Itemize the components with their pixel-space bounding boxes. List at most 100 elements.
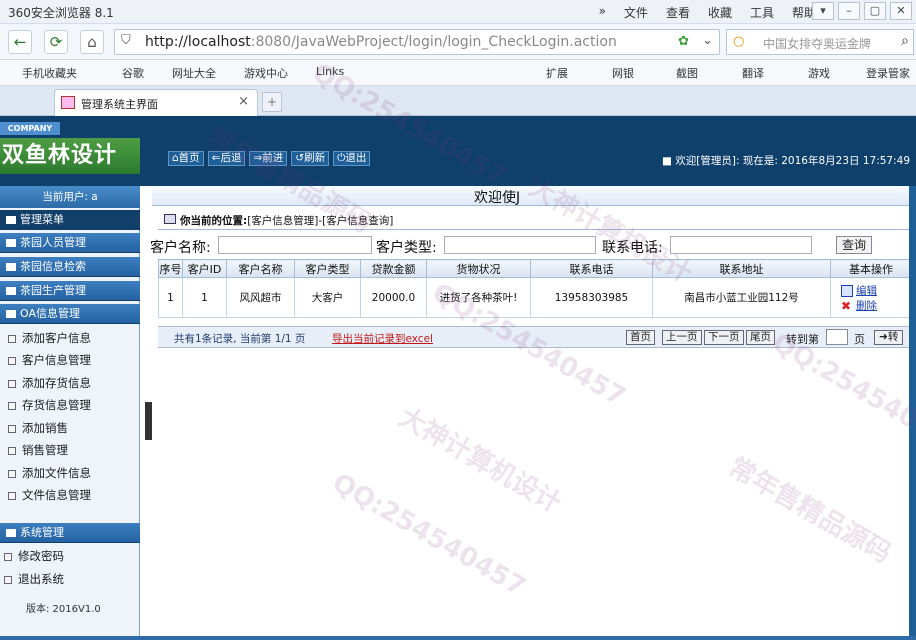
menu-favorites[interactable]: 收藏: [708, 4, 732, 21]
go-button[interactable]: ➜转: [874, 330, 904, 345]
cell-loan-amount: 20000.0: [360, 277, 427, 318]
col-address: 联系地址: [652, 259, 831, 278]
fav-screenshot[interactable]: 截图: [676, 65, 698, 81]
welcome-text: ■ 欢迎[管理员]: 现在是: 2016年8月23日 17:57:49: [662, 155, 910, 167]
folder-icon: [6, 287, 16, 295]
sidebar-section-system[interactable]: 系统管理: [0, 523, 140, 543]
sidebar-item-stock-manage[interactable]: 存货信息管理: [8, 397, 91, 413]
reload-icon[interactable]: ⟳: [44, 30, 68, 54]
page-number-input[interactable]: [826, 329, 848, 345]
menu-tools[interactable]: 工具: [750, 4, 774, 21]
browser-title-bar: 360安全浏览器 8.1 » 文件 查看 收藏 工具 帮助 ▾ – ▢ ✕: [0, 0, 916, 24]
fav-google[interactable]: 谷歌: [122, 65, 144, 81]
new-tab-button[interactable]: +: [262, 92, 282, 112]
sidebar-item-sale-manage[interactable]: 销售管理: [8, 442, 68, 458]
query-button[interactable]: 查询: [836, 236, 872, 254]
browser-menu-bar: » 文件 查看 收藏 工具 帮助: [599, 4, 816, 21]
next-page-button[interactable]: 下一页: [704, 330, 744, 345]
sidebar-collapse-handle[interactable]: [145, 402, 152, 440]
close-window-button[interactable]: ✕: [890, 2, 912, 20]
sidebar-item-file-manage[interactable]: 文件信息管理: [8, 487, 91, 503]
page-unit-label: 页: [854, 333, 865, 346]
dropdown-icon[interactable]: ⌄: [702, 33, 713, 48]
menu-overflow[interactable]: »: [599, 4, 606, 21]
sidebar-section-staff[interactable]: 茶园人员管理: [0, 233, 140, 253]
url-text: http://localhost:8080/JavaWebProject/log…: [145, 34, 617, 50]
tab-main-interface[interactable]: 管理系统主界面 ×: [54, 89, 258, 116]
sidebar-item-add-stock[interactable]: 添加存货信息: [8, 375, 91, 391]
doc-icon: [4, 575, 12, 584]
fav-mobile[interactable]: 手机收藏夹: [22, 65, 77, 81]
search-icon[interactable]: ⌕: [901, 33, 909, 49]
menu-file[interactable]: 文件: [624, 4, 648, 21]
maximize-button[interactable]: ▢: [864, 2, 886, 20]
sidebar-item-add-sale[interactable]: 添加销售: [8, 420, 68, 436]
url-field[interactable]: ⛉ http://localhost:8080/JavaWebProject/l…: [114, 29, 720, 55]
customer-type-select[interactable]: [444, 236, 596, 254]
refresh-button[interactable]: ↺刷新: [291, 151, 330, 166]
col-loan-amount: 贷款金额: [360, 259, 427, 278]
search-engine-icon[interactable]: ○: [733, 34, 744, 49]
current-user-label: 当前用户: a: [0, 186, 140, 208]
sidebar-section-oa[interactable]: OA信息管理: [0, 304, 140, 324]
tab-close-icon[interactable]: ×: [238, 94, 249, 109]
last-page-button[interactable]: 尾页: [746, 330, 775, 345]
cell-address: 南昌市小蓝工业园112号: [652, 277, 831, 318]
fav-login-manager[interactable]: 登录管家: [866, 65, 910, 81]
col-customer-type: 客户类型: [294, 259, 361, 278]
page-favicon-icon: [61, 96, 75, 109]
phone-input[interactable]: [670, 236, 812, 254]
fav-links[interactable]: Links: [316, 65, 344, 78]
cell-actions: 编辑 ✖ 删除: [830, 277, 912, 318]
right-frame-border: [909, 186, 916, 640]
first-page-button[interactable]: 首页: [626, 330, 655, 345]
home-icon[interactable]: ⌂: [80, 30, 104, 54]
sidebar-item-exit[interactable]: 退出系统: [4, 571, 64, 587]
home-button[interactable]: ⌂首页: [168, 151, 204, 166]
search-field[interactable]: ○ 中国女排夺奥运金牌 ⌕: [726, 29, 914, 55]
minimize-button[interactable]: –: [838, 2, 860, 20]
fav-extensions[interactable]: 扩展: [546, 65, 568, 81]
menu-view[interactable]: 查看: [666, 4, 690, 21]
cell-goods-status: 进货了各种茶叶!: [426, 277, 531, 318]
record-count: 共有1条记录, 当前第 1/1 页: [174, 333, 306, 345]
folder-icon: [6, 529, 16, 537]
doc-icon: [8, 424, 16, 433]
back-arrow-icon[interactable]: ←: [8, 30, 32, 54]
sidebar-item-customer-manage[interactable]: 客户信息管理: [8, 352, 91, 368]
fav-bank[interactable]: 网银: [612, 65, 634, 81]
edit-link[interactable]: 编辑: [841, 283, 911, 298]
sidebar-section-production[interactable]: 茶园生产管理: [0, 281, 140, 301]
col-customer-id: 客户ID: [182, 259, 227, 278]
app-logo: 双鱼林设计: [0, 138, 140, 174]
export-excel-link[interactable]: 导出当前记录到excel: [332, 331, 433, 346]
back-button[interactable]: ⇐后退: [207, 151, 246, 166]
sidebar-item-add-customer[interactable]: 添加客户信息: [8, 330, 91, 346]
cell-phone: 13958303985: [530, 277, 653, 318]
cell-index: 1: [158, 277, 183, 318]
sidebar-section-search[interactable]: 茶园信息检索: [0, 257, 140, 277]
window-controls: ▾ – ▢ ✕: [812, 2, 912, 20]
fav-games-center[interactable]: 游戏中心: [244, 65, 288, 81]
main-header: 欢迎使J: [152, 186, 916, 206]
fav-translate[interactable]: 翻译: [742, 65, 764, 81]
breadcrumb: 你当前的位置:[客户信息管理]-[客户信息查询]: [158, 208, 912, 230]
logout-button[interactable]: ⏻退出: [333, 151, 371, 166]
fav-games[interactable]: 游戏: [808, 65, 830, 81]
skin-button[interactable]: ▾: [812, 2, 834, 20]
pagination-bar: 共有1条记录, 当前第 1/1 页 导出当前记录到excel 首页 上一页 下一…: [158, 326, 912, 348]
left-sidebar: 当前用户: a 管理菜单 茶园人员管理 茶园信息检索 茶园生产管理 OA信息管理…: [0, 186, 140, 640]
search-placeholder: 中国女排夺奥运金牌: [763, 37, 872, 51]
fav-sites[interactable]: 网址大全: [172, 65, 216, 81]
delete-x-icon: ✖: [841, 298, 852, 313]
forward-button[interactable]: ⇒前进: [249, 151, 288, 166]
app-toolbar: ⌂首页 ⇐后退 ⇒前进 ↺刷新 ⏻退出: [168, 151, 371, 166]
speed-icon[interactable]: ✿: [678, 34, 689, 49]
sidebar-item-add-file[interactable]: 添加文件信息: [8, 465, 91, 481]
breadcrumb-text: 你当前的位置:[客户信息管理]-[客户信息查询]: [180, 215, 394, 227]
company-tag: COMPANY: [0, 122, 60, 135]
sidebar-item-change-password[interactable]: 修改密码: [4, 548, 64, 564]
prev-page-button[interactable]: 上一页: [662, 330, 702, 345]
customer-name-input[interactable]: [218, 236, 372, 254]
delete-link[interactable]: ✖ 删除: [841, 298, 911, 313]
